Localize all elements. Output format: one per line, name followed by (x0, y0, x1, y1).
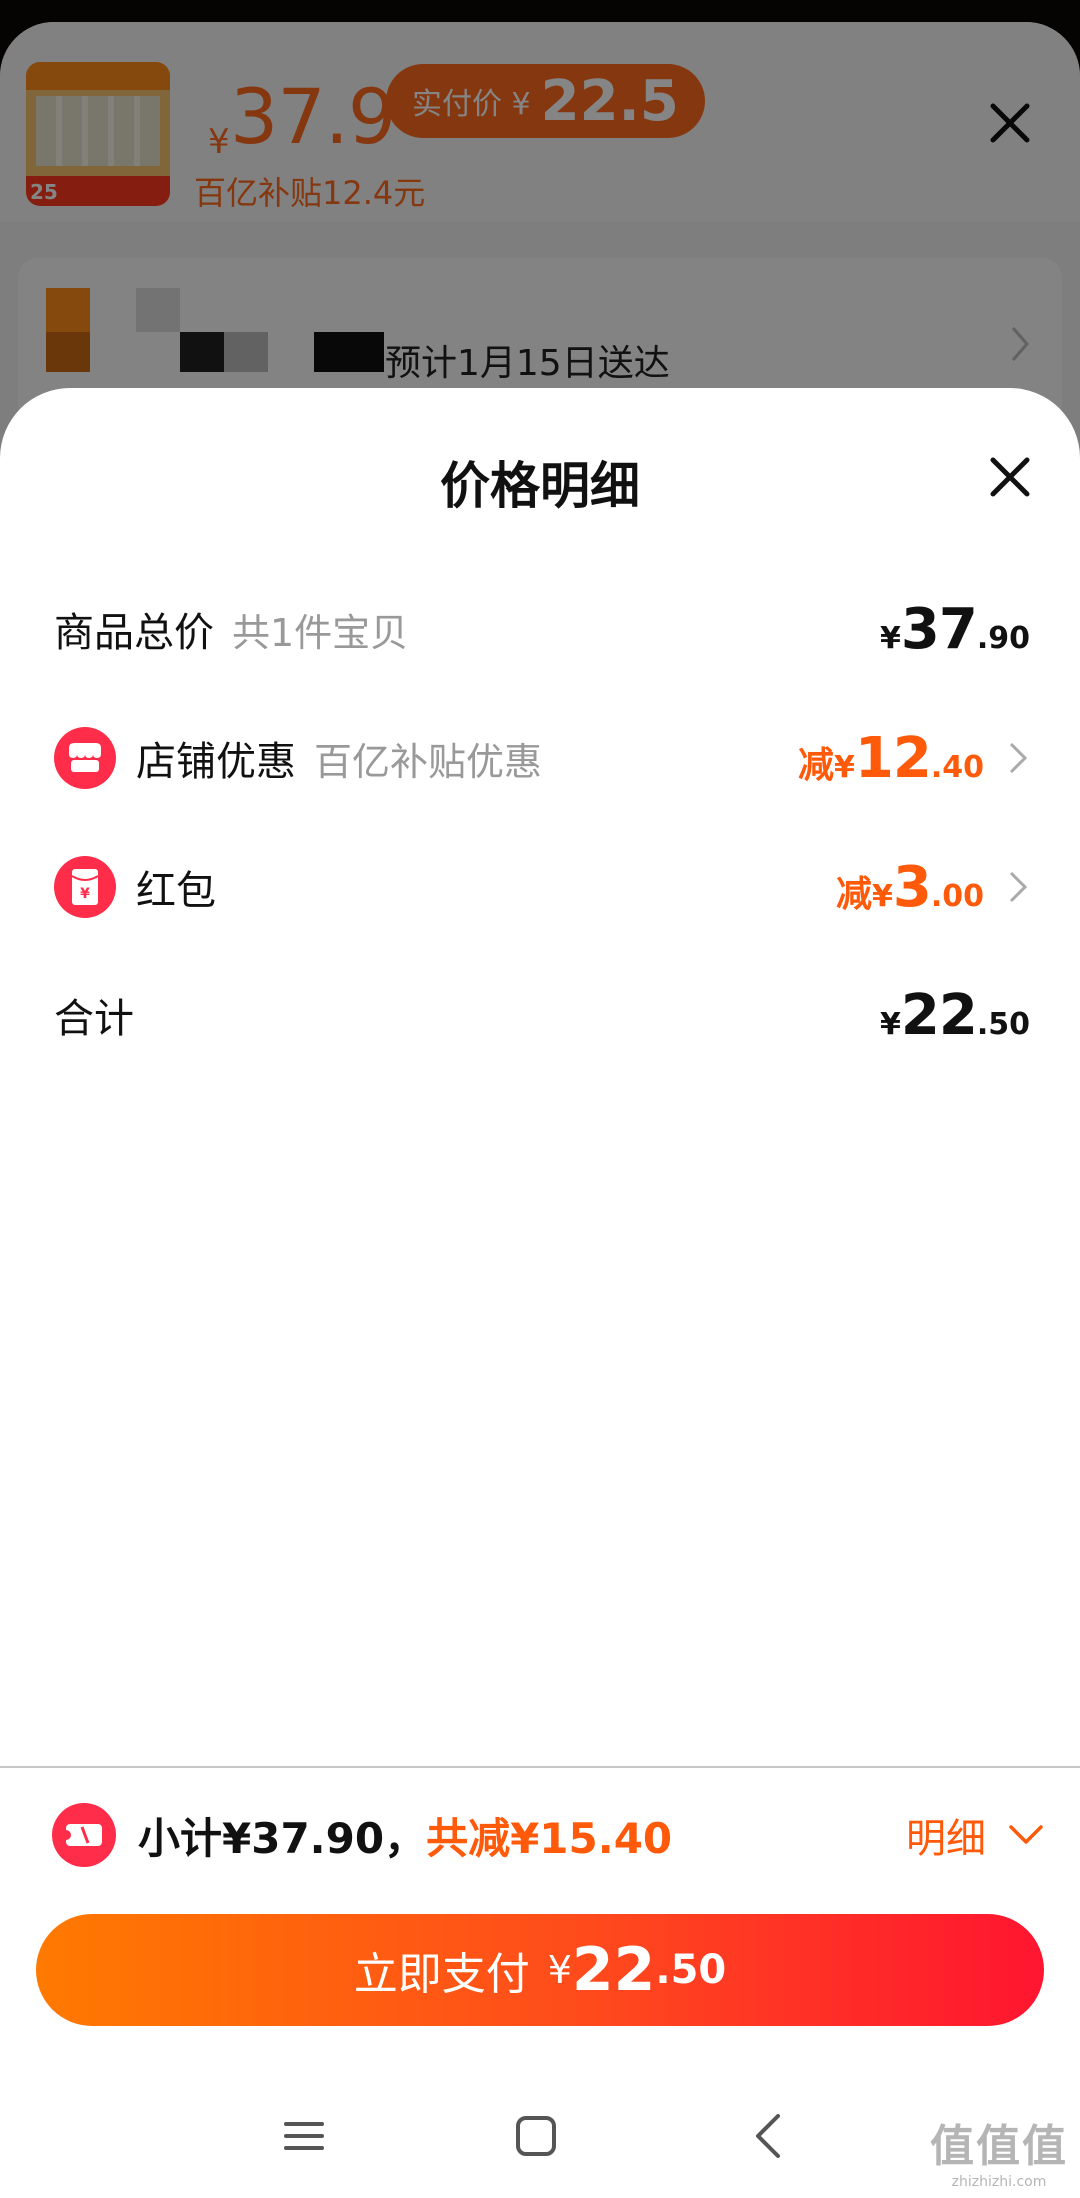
row-label: 商品总价 (54, 610, 214, 656)
close-icon[interactable] (986, 453, 1034, 501)
row-amount: ¥ 37 .90 (880, 596, 1030, 662)
total-goods-row: 商品总价 共1件宝贝 ¥ 37 .90 (54, 584, 1030, 674)
shop-discount-row[interactable]: 店铺优惠 百亿补贴优惠 减 ¥ 12 .40 (54, 713, 1030, 803)
row-label: 合计 (54, 996, 134, 1042)
pay-now-button[interactable]: 立即支付 ¥ 22 .50 (36, 1914, 1044, 2026)
shop-icon (54, 727, 116, 789)
actual-price-label: 实付价 ¥ (412, 87, 531, 122)
pixelated-address-block (46, 288, 90, 332)
pay-amount-dec: .50 (655, 1947, 727, 1993)
subsidy-text: 百亿补贴12.4元 (194, 174, 426, 212)
thumbnail-badge-text: 25 (30, 180, 58, 204)
background-original-price: 37.9 (230, 72, 396, 161)
red-packet-icon: ¥ (54, 856, 116, 918)
coupon-icon (52, 1803, 116, 1867)
chevron-down-icon (1009, 1825, 1043, 1844)
back-icon[interactable] (740, 2106, 800, 2166)
red-packet-row[interactable]: ¥ 红包 减 ¥ 3 .00 (54, 842, 1030, 932)
total-row: 合计 ¥ 22 .50 (54, 970, 1030, 1060)
chevron-right-icon (1009, 871, 1028, 903)
sheet-title: 价格明细 (440, 457, 640, 515)
subtotal-summary: 小计¥37.90， 共减¥15.40 (52, 1800, 672, 1870)
actual-price-value: 22.5 (540, 68, 679, 134)
pay-amount-int: 22 (571, 1935, 656, 2005)
background-yen-symbol: ¥ (208, 122, 230, 162)
detail-toggle[interactable]: 明细 (906, 1800, 1044, 1870)
system-nav-bar (0, 2080, 1080, 2198)
row-note: 百亿补贴优惠 (314, 739, 543, 784)
pay-yen: ¥ (547, 1948, 572, 1992)
row-note: 共1件宝贝 (232, 610, 409, 655)
row-label: 店铺优惠 (136, 739, 296, 785)
svg-text:¥: ¥ (80, 886, 90, 902)
delivery-estimate: 预计1月15日送达 (385, 343, 670, 384)
subtotal-text: 小计¥37.90， (138, 1813, 427, 1863)
pay-label: 立即支付 (353, 1949, 530, 2000)
row-label: 红包 (136, 868, 216, 914)
product-thumbnail[interactable]: 25 (26, 62, 170, 206)
home-icon[interactable] (506, 2106, 566, 2166)
recent-apps-icon[interactable] (274, 2106, 334, 2166)
row-amount: ¥ 22 .50 (880, 982, 1030, 1048)
divider (0, 1766, 1080, 1768)
row-amount: 减 ¥ 3 .00 (835, 854, 984, 920)
background-close-icon[interactable] (985, 98, 1035, 148)
background-header: 25 ¥ 37.9 实付价 ¥ 22.5 百亿补贴12.4元 (0, 22, 1080, 222)
shipping-chevron-right-icon (1011, 327, 1029, 361)
detail-label: 明细 (906, 1816, 986, 1862)
chevron-right-icon (1009, 742, 1028, 774)
actual-price-pill: 实付价 ¥ 22.5 (386, 64, 705, 138)
watermark: 值值值 zhizhizhi.com (930, 2110, 1068, 2190)
total-reduction: 共减¥15.40 (426, 1813, 673, 1863)
watermark-url: zhizhizhi.com (951, 2174, 1047, 2190)
watermark-chars: 值值值 (930, 2121, 1068, 2172)
row-amount: 减 ¥ 12 .40 (798, 725, 984, 791)
